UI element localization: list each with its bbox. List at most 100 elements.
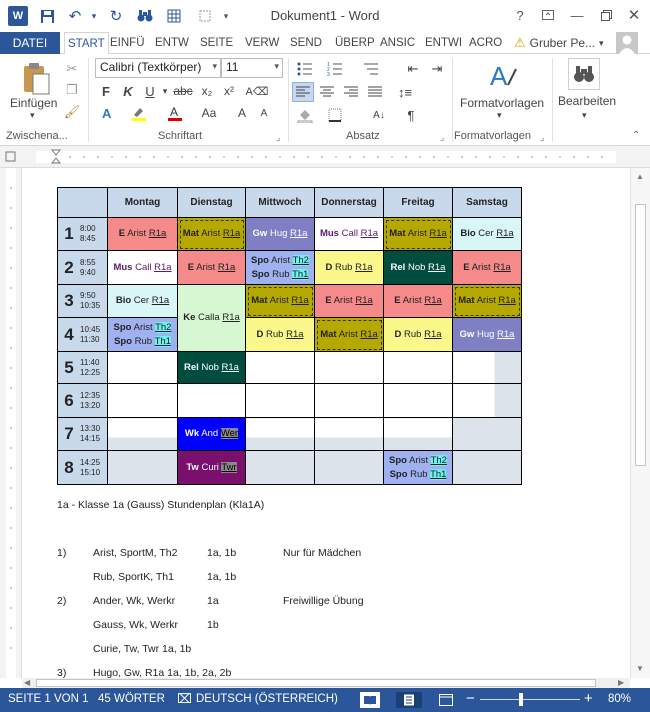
tab-review[interactable]: ÜBERP: [332, 32, 378, 54]
lesson-cell[interactable]: Mus Call R1a: [107, 250, 178, 285]
tab-acrobat[interactable]: ACRO: [466, 32, 505, 54]
sort-icon[interactable]: A↓: [368, 106, 390, 124]
user-account[interactable]: ⚠ Gruber Pe... ▾: [514, 32, 604, 54]
show-formatting-icon[interactable]: ¶: [400, 106, 422, 124]
cut-icon[interactable]: ✂: [63, 60, 81, 78]
font-dialog-launcher-icon[interactable]: ⌟: [276, 132, 280, 143]
scroll-right-icon[interactable]: ▶: [618, 678, 624, 687]
tab-mailings[interactable]: SEND: [287, 32, 325, 54]
lesson-cell[interactable]: Rel Nob R1a: [383, 250, 453, 285]
lesson-cell[interactable]: D Rub R1a: [245, 317, 315, 352]
help-button[interactable]: ?: [508, 5, 532, 25]
horizontal-scrollbar[interactable]: ◀ ▶: [22, 678, 630, 688]
scrollbar-thumb[interactable]: [635, 204, 646, 466]
minimize-button[interactable]: —: [565, 5, 589, 25]
lesson-cell[interactable]: Wk And Wer: [177, 417, 246, 451]
lesson-cell[interactable]: Spo Arist Th2 Spo Rub Th1: [245, 250, 315, 285]
font-name-combo[interactable]: Calibri (Textkörper) ▾: [95, 58, 221, 78]
bold-button[interactable]: F: [98, 82, 114, 100]
scroll-down-icon[interactable]: ▼: [636, 664, 644, 673]
maximize-button[interactable]: [594, 5, 618, 25]
shrink-font-icon[interactable]: A: [254, 104, 274, 122]
styles-dropdown-icon[interactable]: ▾: [497, 110, 502, 121]
document-page[interactable]: Montag Dienstag Mittwoch Donnerstag Frei…: [22, 168, 630, 679]
font-size-combo[interactable]: 11 ▾: [221, 58, 283, 78]
web-layout-icon[interactable]: [436, 692, 456, 708]
lesson-cell[interactable]: E Arist R1a: [177, 250, 246, 285]
empty-cell[interactable]: [245, 383, 315, 418]
multilevel-list-icon[interactable]: [360, 60, 382, 78]
language-status[interactable]: DEUTSCH (ÖSTERREICH): [196, 693, 338, 705]
paste-icon[interactable]: [18, 60, 54, 98]
print-layout-icon[interactable]: [396, 692, 422, 708]
paste-dropdown-icon[interactable]: ▾: [30, 110, 35, 121]
grow-font-icon[interactable]: A: [232, 104, 252, 122]
lesson-cell[interactable]: Spo Arist Th2 Spo Rub Th1: [383, 450, 453, 485]
zoom-level[interactable]: 80%: [608, 693, 631, 705]
styles-dialog-launcher-icon[interactable]: ⌟: [540, 132, 544, 143]
underline-dropdown-icon[interactable]: ▾: [160, 82, 170, 100]
copy-icon[interactable]: ❐: [63, 81, 81, 99]
superscript-icon[interactable]: x²: [220, 82, 238, 100]
scrollbar-thumb[interactable]: [36, 679, 596, 687]
page-count[interactable]: SEITE 1 VON 1: [8, 693, 89, 705]
lesson-cell[interactable]: E Arist R1a: [383, 284, 453, 318]
subscript-icon[interactable]: x₂: [198, 82, 216, 100]
vertical-scrollbar[interactable]: ▲ ▼: [630, 168, 650, 678]
vertical-ruler[interactable]: [0, 168, 22, 678]
lesson-cell[interactable]: Mat Arist R1a: [383, 217, 453, 251]
lesson-cell[interactable]: Rel Nob R1a: [177, 351, 246, 384]
lesson-cell[interactable]: Mus Call R1a: [314, 217, 384, 251]
empty-cell[interactable]: [245, 450, 315, 485]
lesson-cell[interactable]: Gw Hug R1a: [452, 317, 522, 352]
lesson-cell[interactable]: Tw Curi Twr: [177, 450, 246, 485]
lesson-cell[interactable]: Spo Arist Th2 Spo Rub Th1: [107, 317, 178, 352]
zoom-in-icon[interactable]: +: [584, 690, 593, 707]
close-button[interactable]: ✕: [622, 5, 646, 25]
binoculars-icon[interactable]: [568, 58, 600, 90]
lesson-cell[interactable]: Gw Hug R1a: [245, 217, 315, 251]
empty-cell[interactable]: [452, 383, 522, 418]
tab-design[interactable]: ENTW: [152, 32, 192, 54]
lesson-cell[interactable]: Ke Calla R1a: [177, 284, 246, 352]
zoom-out-icon[interactable]: −: [466, 690, 475, 707]
format-painter-icon[interactable]: 🖌: [63, 103, 81, 121]
empty-cell[interactable]: [177, 383, 246, 418]
lesson-cell[interactable]: E Arist R1a: [314, 284, 384, 318]
lesson-cell[interactable]: D Rub R1a: [383, 317, 453, 352]
text-effects-icon[interactable]: A: [98, 104, 118, 122]
borders-icon[interactable]: [324, 106, 346, 124]
lesson-cell[interactable]: Mat Arist R1a: [314, 317, 384, 352]
edit-dropdown-icon[interactable]: ▾: [582, 110, 587, 121]
italic-button[interactable]: K: [120, 82, 136, 100]
justify-icon[interactable]: [364, 82, 386, 102]
empty-cell[interactable]: [107, 450, 178, 485]
collapse-ribbon-icon[interactable]: ⌃: [632, 130, 640, 141]
tab-references[interactable]: VERW: [242, 32, 282, 54]
lesson-cell[interactable]: Bio Cer R1a: [107, 284, 178, 318]
align-right-icon[interactable]: [340, 82, 362, 102]
empty-cell[interactable]: [107, 417, 178, 451]
proofing-icon[interactable]: ⌧: [177, 691, 192, 707]
empty-cell[interactable]: [107, 351, 178, 384]
avatar[interactable]: [616, 32, 638, 54]
zoom-slider[interactable]: [480, 699, 580, 700]
strikethrough-icon[interactable]: abc: [173, 82, 192, 100]
decrease-indent-icon[interactable]: ⇤: [402, 60, 424, 78]
increase-indent-icon[interactable]: ⇥: [426, 60, 448, 78]
tab-start[interactable]: START: [64, 32, 109, 55]
lesson-cell[interactable]: Mat Arist R1a: [177, 217, 246, 251]
font-color-icon[interactable]: A: [164, 104, 186, 122]
scroll-up-icon[interactable]: ▲: [636, 172, 644, 181]
empty-cell[interactable]: [314, 450, 384, 485]
bullets-icon[interactable]: [294, 60, 316, 78]
empty-cell[interactable]: [452, 450, 522, 485]
empty-cell[interactable]: [245, 351, 315, 384]
highlight-icon[interactable]: [128, 104, 150, 122]
lesson-cell[interactable]: Mat Arist R1a: [245, 284, 315, 318]
align-center-icon[interactable]: [316, 82, 338, 102]
horizontal-ruler[interactable]: [0, 146, 650, 168]
shading-icon[interactable]: [294, 106, 316, 124]
lesson-cell[interactable]: E Arist R1a: [452, 250, 522, 285]
empty-cell[interactable]: [314, 351, 384, 384]
